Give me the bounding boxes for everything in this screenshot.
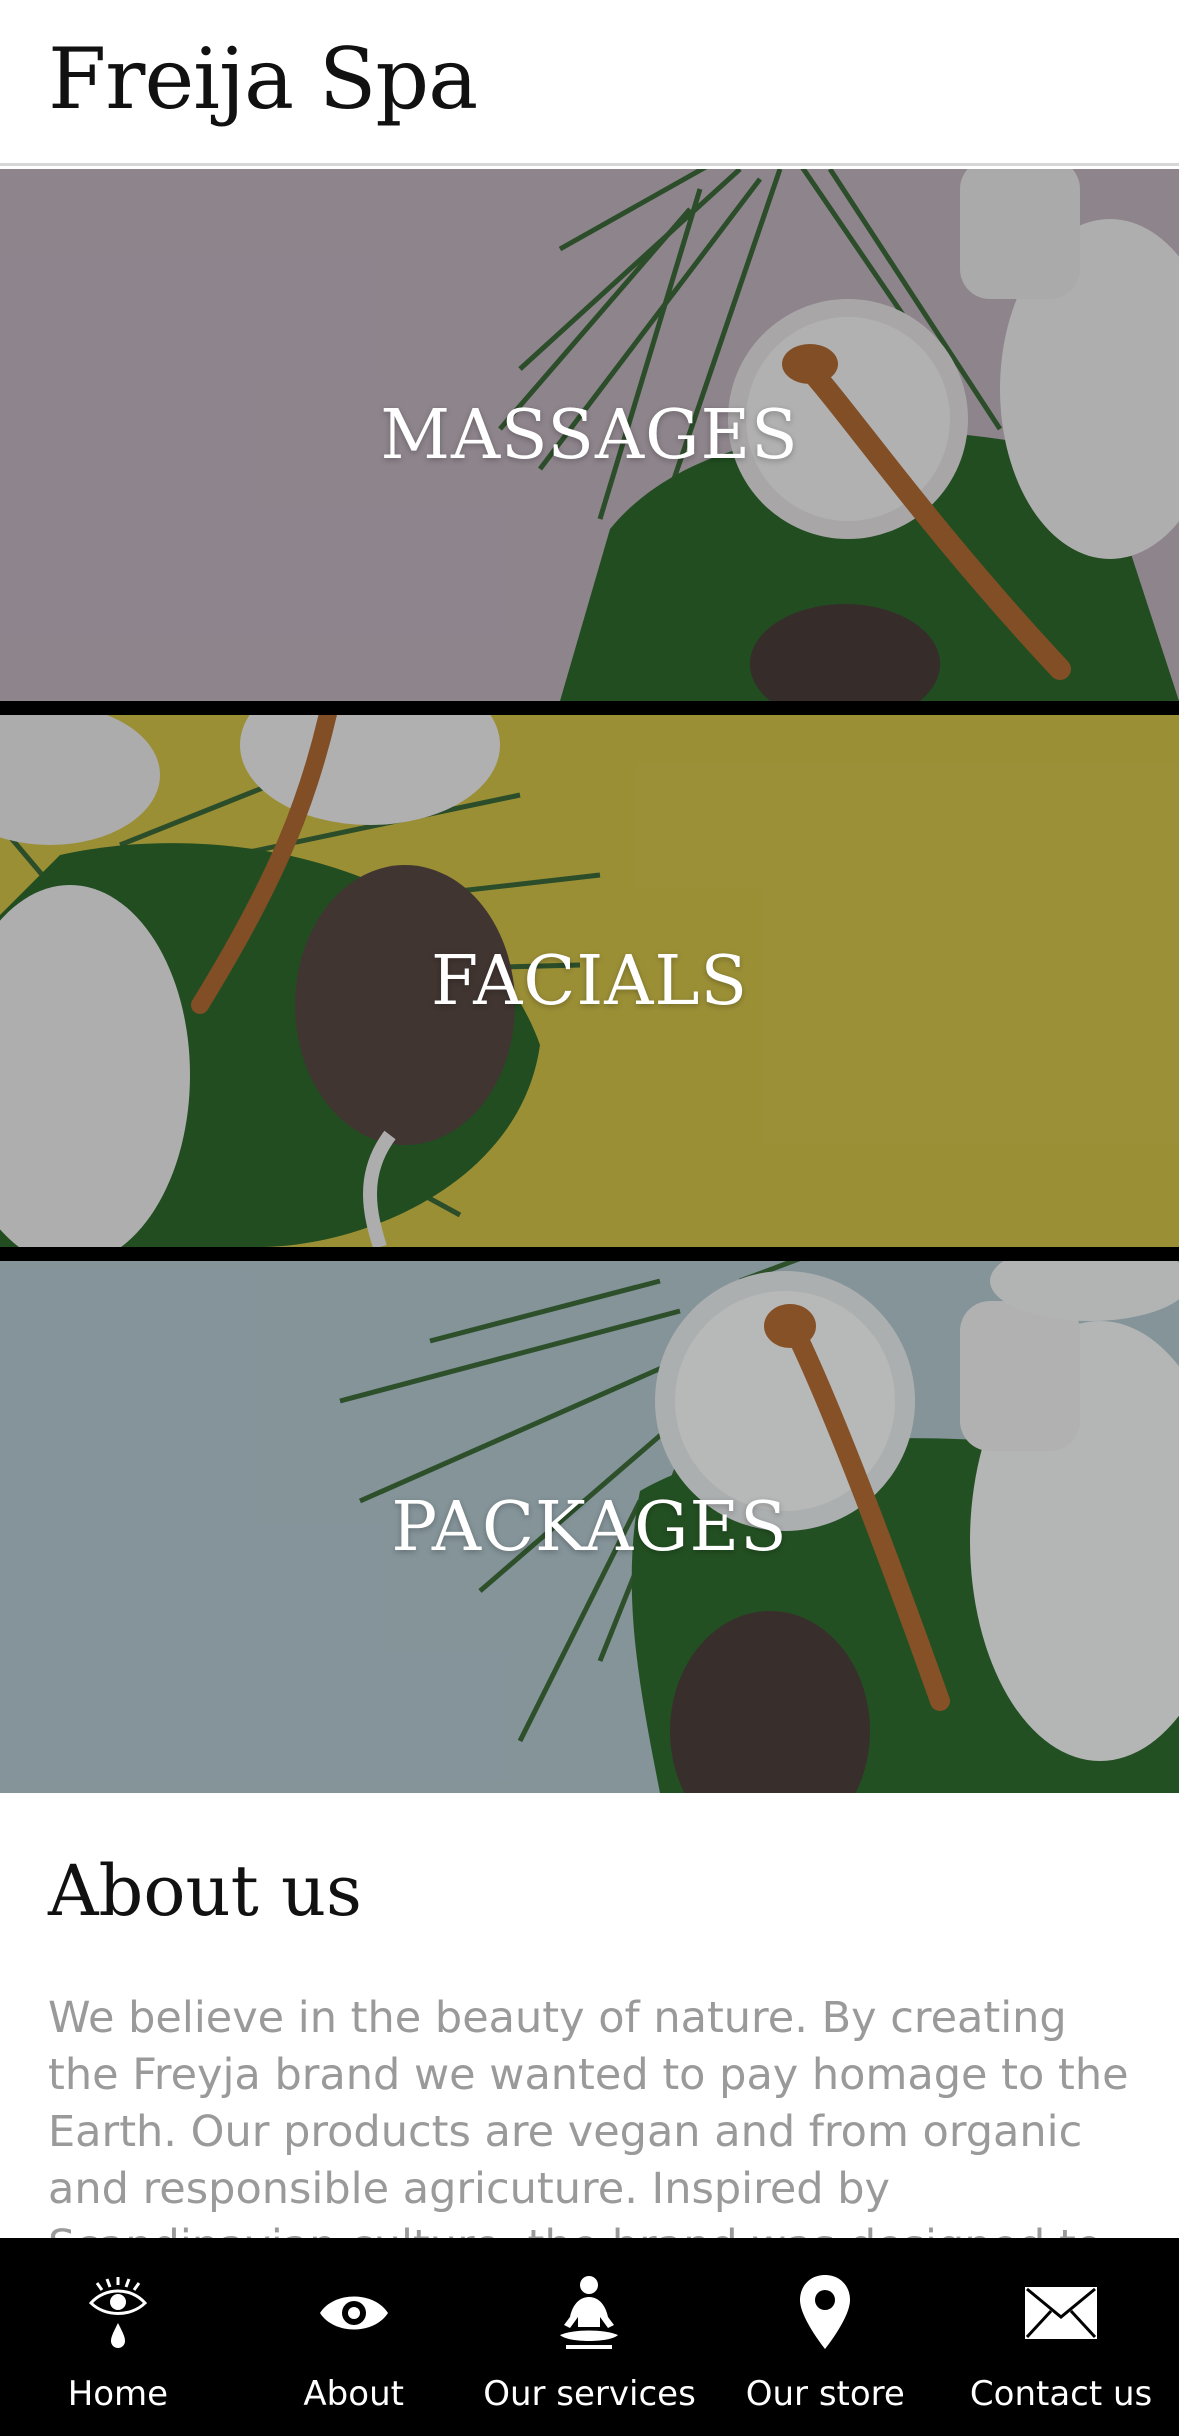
nav-item-store[interactable]: Our store: [707, 2238, 943, 2436]
nav-label-services: Our services: [483, 2374, 696, 2414]
eye-icon: [309, 2268, 399, 2358]
nav-label-home: Home: [67, 2374, 169, 2414]
app-screen: Freija Spa MASSAGES FACIALS PACKAGES Abo…: [0, 0, 1179, 2436]
meditation-icon: [544, 2268, 634, 2358]
facials-tile[interactable]: FACIALS: [0, 715, 1179, 1247]
massages-tile[interactable]: MASSAGES: [0, 169, 1179, 701]
facials-label: FACIALS: [430, 941, 749, 1021]
bottom-nav: Home About Our services Our store Contac…: [0, 2238, 1179, 2436]
app-title[interactable]: Freija Spa: [48, 30, 478, 128]
nav-label-store: Our store: [745, 2374, 905, 2414]
massages-label: MASSAGES: [380, 395, 799, 475]
packages-tile[interactable]: PACKAGES: [0, 1261, 1179, 1793]
nav-item-home[interactable]: Home: [0, 2238, 236, 2436]
eye-tear-icon: [73, 2268, 163, 2358]
packages-label: PACKAGES: [391, 1487, 788, 1567]
nav-item-contact[interactable]: Contact us: [943, 2238, 1179, 2436]
tile-divider: [0, 701, 1179, 715]
tile-divider: [0, 1247, 1179, 1261]
app-header: Freija Spa: [0, 0, 1179, 166]
nav-item-services[interactable]: Our services: [472, 2238, 708, 2436]
nav-label-contact: Contact us: [969, 2374, 1153, 2414]
envelope-icon: [1016, 2268, 1106, 2358]
map-pin-icon: [780, 2268, 870, 2358]
nav-item-about[interactable]: About: [236, 2238, 472, 2436]
nav-label-about: About: [303, 2374, 404, 2414]
about-heading: About us: [48, 1850, 362, 1932]
